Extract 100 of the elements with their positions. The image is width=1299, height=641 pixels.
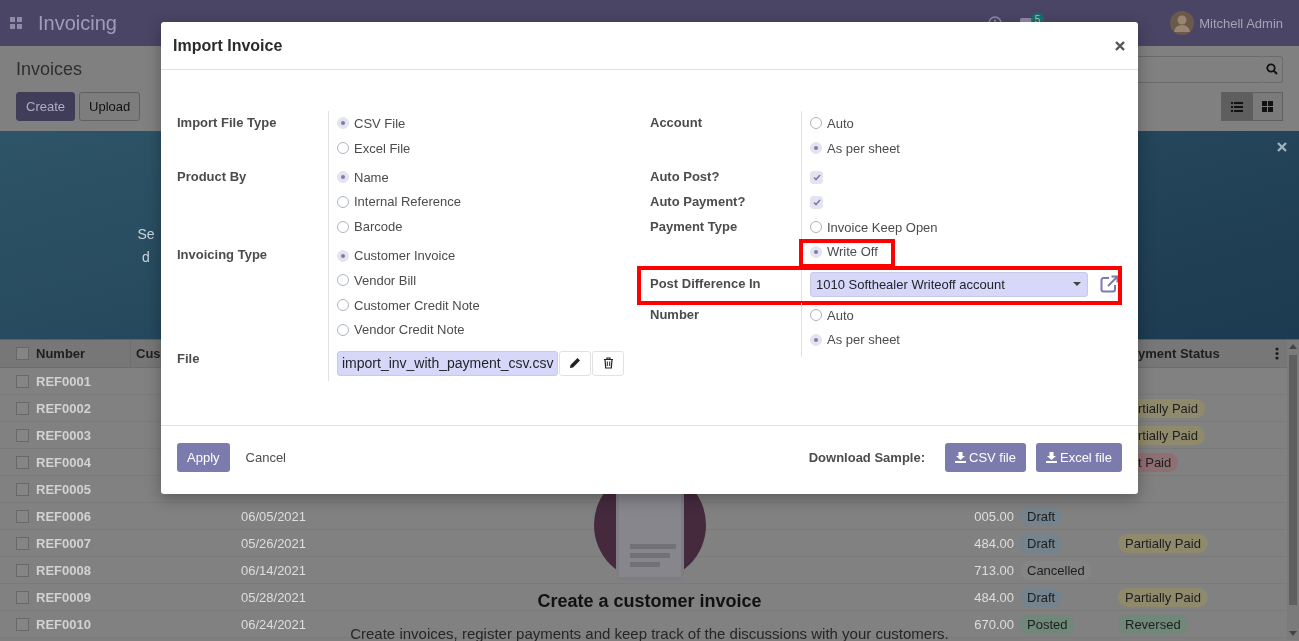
radio-button[interactable] bbox=[337, 195, 349, 208]
radio-button[interactable] bbox=[337, 274, 349, 287]
option-label[interactable]: As per sheet bbox=[827, 332, 900, 348]
status-tag: Partially Paid bbox=[1118, 587, 1208, 607]
list-icon bbox=[1230, 101, 1243, 112]
table-cell-text: 670.00 bbox=[973, 616, 1015, 632]
status-tag: rtially Paid bbox=[1138, 425, 1205, 445]
status-tag: Cancelled bbox=[1020, 560, 1092, 580]
radio-button[interactable] bbox=[337, 323, 349, 336]
option-label[interactable]: Customer Credit Note bbox=[354, 297, 480, 313]
close-icon[interactable] bbox=[1277, 142, 1287, 152]
checkbox[interactable] bbox=[16, 509, 29, 523]
option-label[interactable]: Invoice Keep Open bbox=[827, 219, 938, 235]
banner-text: Se bbox=[136, 225, 156, 244]
download-icon bbox=[955, 451, 966, 463]
option-label[interactable]: Auto bbox=[827, 115, 854, 131]
pencil-icon bbox=[569, 357, 582, 370]
option-label[interactable]: Excel File bbox=[354, 140, 411, 156]
delete-button[interactable] bbox=[592, 350, 625, 376]
table-cell-text: REF0008 bbox=[36, 562, 92, 578]
table-cell-text: REF0002 bbox=[36, 400, 92, 416]
close-icon[interactable] bbox=[1115, 40, 1125, 51]
table-cell-text: REF0004 bbox=[36, 454, 92, 470]
status-tag: Draft bbox=[1020, 506, 1063, 526]
checkbox[interactable] bbox=[16, 563, 29, 577]
field-label: Payment Type bbox=[650, 217, 739, 236]
edit-button[interactable] bbox=[559, 350, 592, 376]
table-cell: 05/26/2021 bbox=[241, 535, 307, 551]
download-icon bbox=[1045, 451, 1057, 463]
account-dropdown[interactable]: 1010 Softhealer Writeoff account bbox=[810, 271, 1088, 297]
option-label[interactable]: Name bbox=[354, 169, 389, 185]
checkbox[interactable] bbox=[16, 455, 29, 469]
field-label: Account bbox=[650, 114, 703, 132]
empty-state-title: Create a customer invoice bbox=[537, 591, 762, 612]
table-cell-text: 005.00 bbox=[973, 508, 1015, 524]
option-label[interactable]: Barcode bbox=[354, 219, 403, 235]
radio-button[interactable] bbox=[810, 309, 822, 322]
field-label: Product By bbox=[177, 167, 248, 186]
field-label: Post Difference In bbox=[650, 274, 762, 293]
radio-button[interactable] bbox=[810, 117, 822, 130]
table-cell-text: REF0003 bbox=[36, 427, 92, 443]
table-cell-text: REF0009 bbox=[36, 589, 92, 605]
more-icon[interactable] bbox=[1275, 347, 1279, 360]
apps-menu-icon[interactable] bbox=[10, 17, 22, 29]
field-label: Auto Post? bbox=[650, 167, 721, 186]
checkbox[interactable] bbox=[16, 428, 29, 442]
option-label[interactable]: Customer Invoice bbox=[354, 248, 456, 264]
dialog-title: Import Invoice bbox=[173, 36, 283, 55]
table-cell-text: 484.00 bbox=[973, 589, 1015, 605]
radio-button[interactable] bbox=[337, 299, 349, 312]
status-tag: Draft bbox=[1020, 587, 1063, 607]
file-name-field[interactable]: import_inv_with_payment_csv.csv bbox=[337, 350, 559, 376]
checkbox[interactable] bbox=[16, 347, 29, 360]
checkbox[interactable] bbox=[16, 374, 29, 388]
option-label[interactable]: Write Off bbox=[827, 244, 878, 260]
option-label[interactable]: Auto bbox=[827, 307, 854, 323]
table-cell-text: REF0010 bbox=[36, 616, 92, 632]
page-title: Invoices bbox=[16, 58, 83, 80]
search-icon bbox=[1265, 63, 1278, 75]
external-link-icon[interactable] bbox=[1100, 275, 1119, 294]
download-button[interactable]: CSV file bbox=[945, 442, 1026, 472]
apply-button[interactable]: Apply bbox=[177, 442, 230, 472]
banner-text: d bbox=[141, 248, 151, 267]
status-tag: rtially Paid bbox=[1138, 398, 1205, 418]
option-label[interactable]: Vendor Credit Note bbox=[354, 322, 465, 338]
checkbox[interactable] bbox=[16, 617, 29, 631]
checkbox[interactable] bbox=[16, 590, 29, 604]
grid-icon bbox=[1262, 101, 1273, 112]
table-cell: 05/28/2021 bbox=[241, 589, 307, 605]
column-header: Cus bbox=[136, 346, 161, 361]
avatar[interactable] bbox=[1170, 11, 1195, 35]
checkbox[interactable] bbox=[16, 536, 29, 550]
status-tag: Draft bbox=[1020, 533, 1063, 553]
user-name[interactable]: Mitchell Admin bbox=[1199, 15, 1283, 31]
kanban-view-button[interactable] bbox=[1252, 92, 1283, 121]
option-label[interactable]: Vendor Bill bbox=[354, 272, 417, 288]
table-cell-text: REF0005 bbox=[36, 481, 92, 497]
table-cell: 06/24/2021 bbox=[241, 616, 307, 632]
table-cell-text: REF0006 bbox=[36, 508, 92, 524]
status-tag: Partially Paid bbox=[1118, 533, 1208, 553]
option-label[interactable]: As per sheet bbox=[827, 140, 900, 156]
table-cell: 06/14/2021 bbox=[241, 562, 307, 578]
option-label[interactable]: CSV File bbox=[354, 115, 406, 131]
caret-icon bbox=[1073, 282, 1081, 287]
field-label: Invoicing Type bbox=[177, 246, 269, 265]
radio-button[interactable] bbox=[810, 221, 822, 234]
upload-button[interactable]: Upload bbox=[79, 92, 141, 121]
status-tag: Posted bbox=[1020, 614, 1075, 634]
create-button[interactable]: Create bbox=[16, 92, 76, 121]
download-button[interactable]: Excel file bbox=[1035, 442, 1122, 472]
table-cell: 06/05/2021 bbox=[241, 508, 307, 524]
search-button[interactable] bbox=[1261, 55, 1283, 83]
option-label[interactable]: Internal Reference bbox=[354, 194, 461, 210]
table-cell-text: REF0007 bbox=[36, 535, 92, 551]
radio-button[interactable] bbox=[337, 220, 349, 233]
radio-button[interactable] bbox=[337, 142, 349, 155]
checkbox[interactable] bbox=[16, 482, 29, 496]
list-view-button[interactable] bbox=[1221, 92, 1252, 121]
cancel-button[interactable]: Cancel bbox=[235, 442, 296, 472]
checkbox[interactable] bbox=[16, 401, 29, 415]
